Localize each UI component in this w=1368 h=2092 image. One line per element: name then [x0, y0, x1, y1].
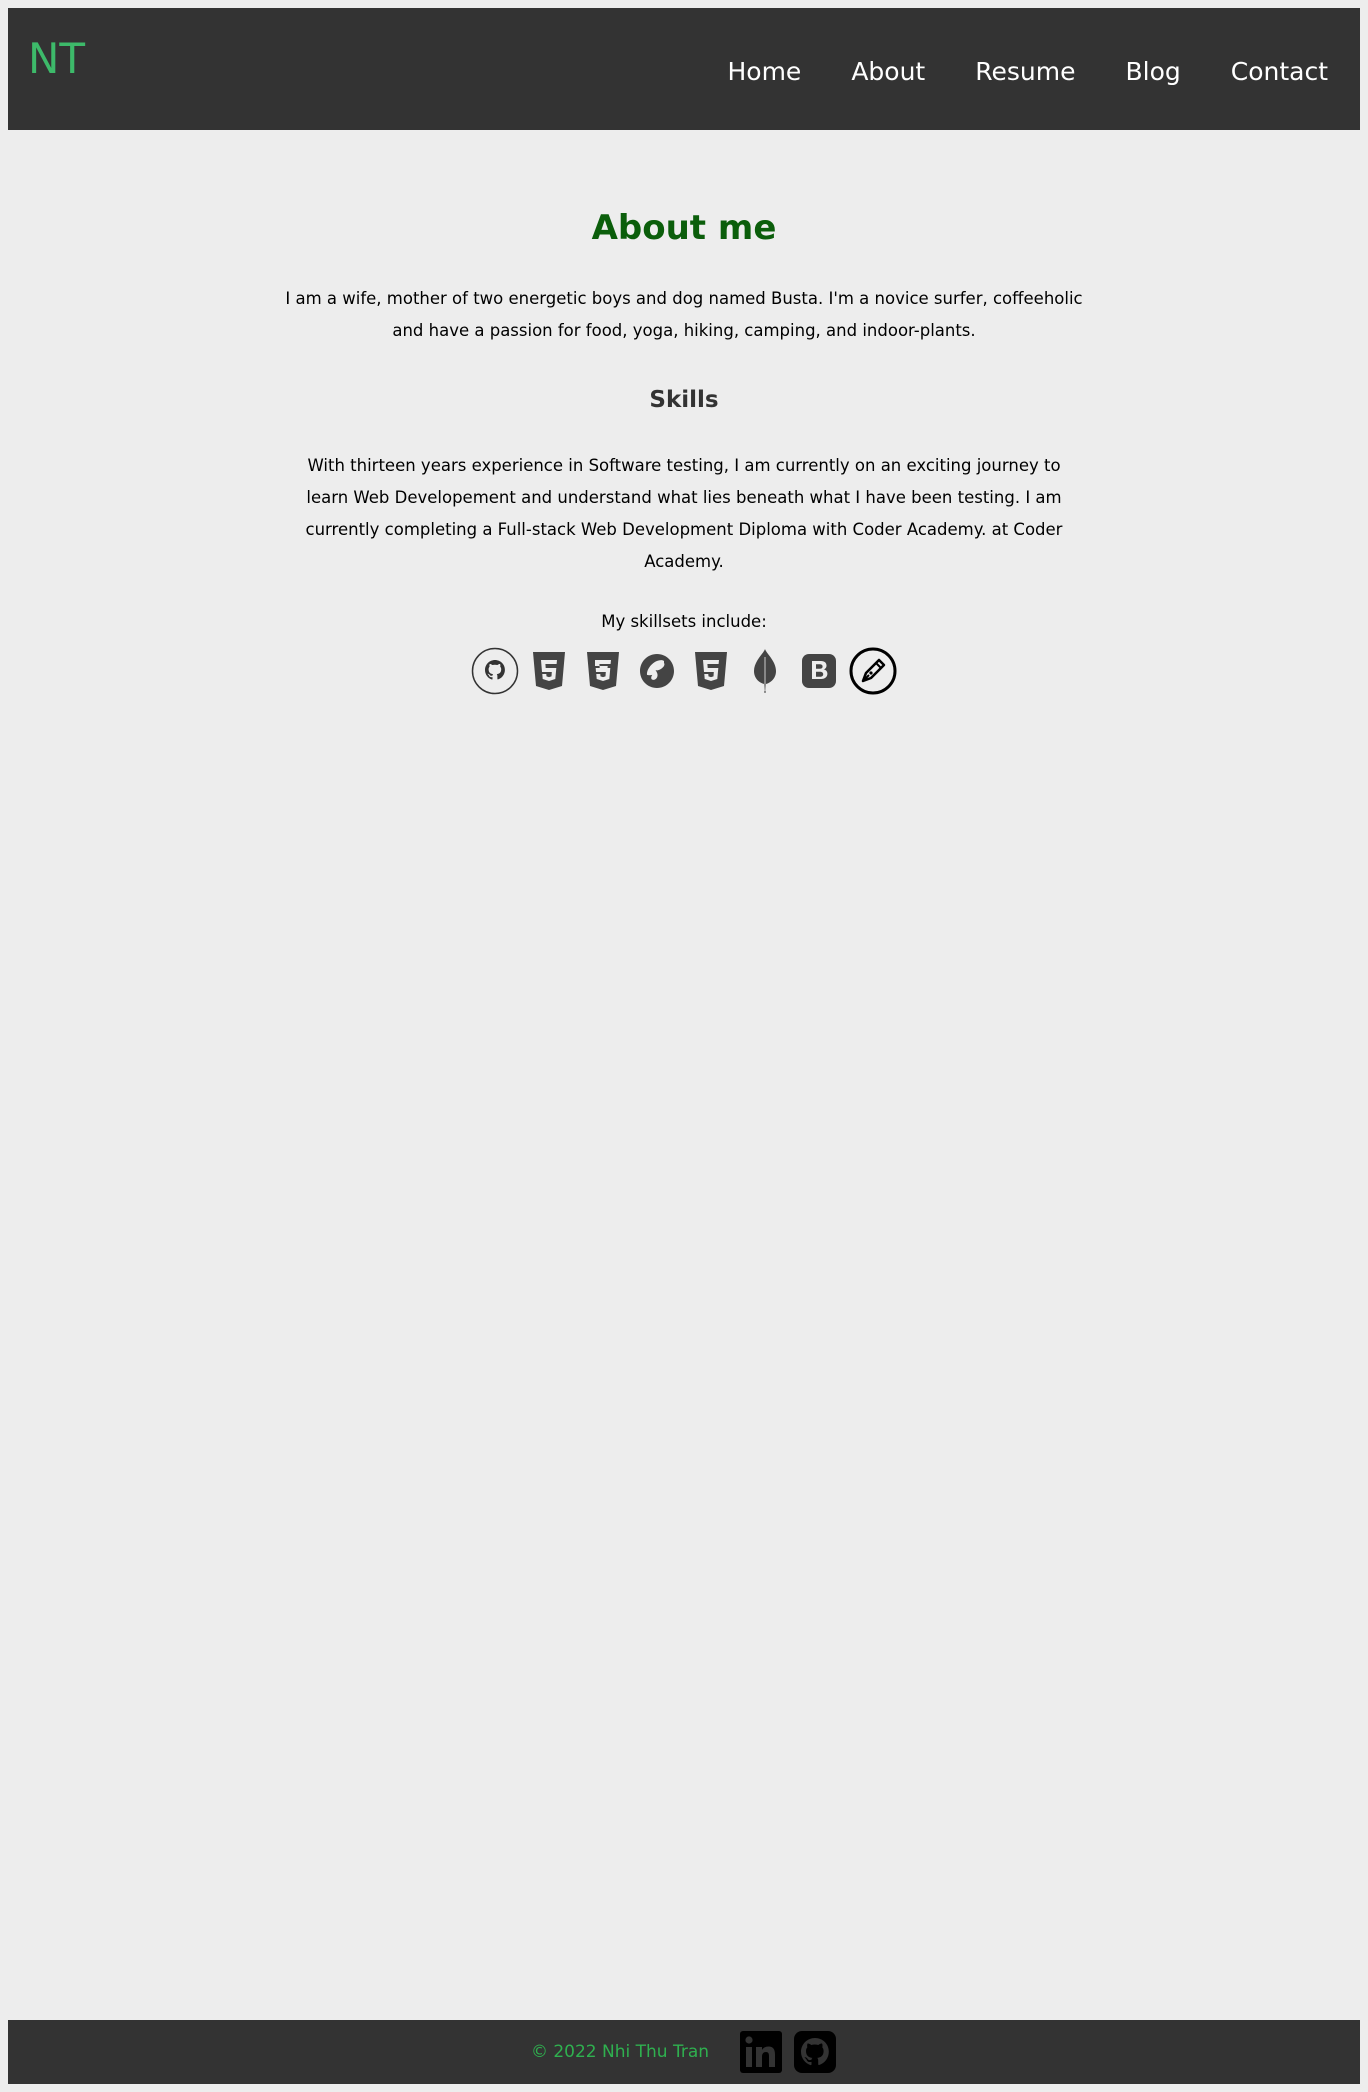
nav-about[interactable]: About: [851, 58, 925, 86]
navbar: NT Home About Resume Blog Contact: [8, 8, 1360, 130]
html5-icon: [687, 647, 735, 695]
main-content: About me I am a wife, mother of two ener…: [8, 130, 1360, 695]
sass-icon: [633, 647, 681, 695]
logo[interactable]: NT: [28, 38, 85, 80]
linkedin-icon[interactable]: [739, 2030, 783, 2074]
skillsets-label: My skillsets include:: [601, 612, 767, 632]
footer: © 2022 Nhi Thu Tran: [8, 2020, 1360, 2084]
about-paragraph: I am a wife, mother of two energetic boy…: [285, 288, 1083, 340]
page: NT Home About Resume Blog Contact About …: [8, 8, 1360, 2084]
pen-icon: [849, 647, 897, 695]
html5-icon: [525, 647, 573, 695]
nav-blog[interactable]: Blog: [1125, 58, 1180, 86]
page-title: About me: [591, 208, 777, 248]
github-icon: [471, 647, 519, 695]
copyright-text: © 2022 Nhi Thu Tran: [530, 2042, 710, 2062]
bootstrap-icon: [795, 647, 843, 695]
mongodb-icon: [741, 647, 789, 695]
nav-home[interactable]: Home: [727, 58, 801, 86]
skills-paragraph: With thirteen years experience in Softwa…: [305, 456, 1063, 572]
github-icon[interactable]: [793, 2030, 837, 2074]
css3-icon: [579, 647, 627, 695]
main-nav: Home About Resume Blog Contact: [677, 58, 1328, 86]
nav-resume[interactable]: Resume: [975, 58, 1075, 86]
skill-icons-row: [8, 647, 1360, 695]
skills-heading: Skills: [649, 386, 719, 413]
nav-contact[interactable]: Contact: [1231, 58, 1328, 86]
